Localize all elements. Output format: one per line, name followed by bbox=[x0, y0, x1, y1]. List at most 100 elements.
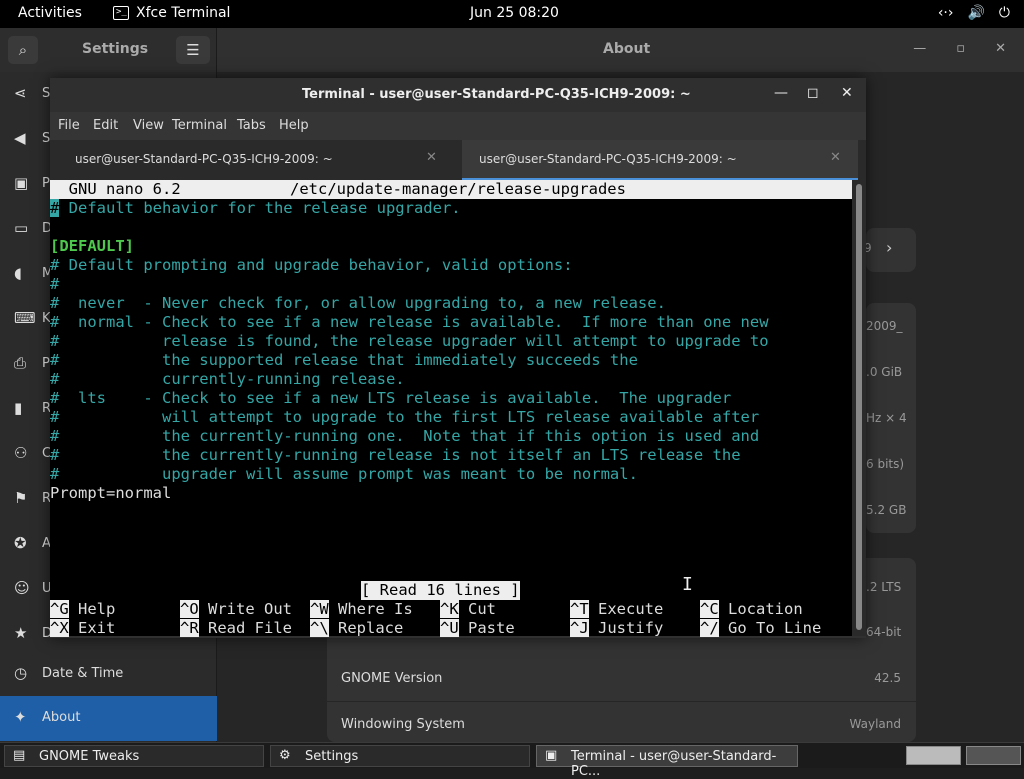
shortcut-label: Write Out bbox=[208, 600, 293, 618]
shortcut-label: Justify bbox=[598, 619, 664, 637]
sidebar-item-date-time[interactable]: ◷ Date & Time bbox=[0, 652, 217, 697]
workspace-1[interactable] bbox=[906, 746, 961, 765]
file-line: [DEFAULT] bbox=[50, 237, 134, 255]
shortcut-label: Help bbox=[78, 600, 116, 618]
tab-terminal-2[interactable]: user@user-Standard-PC-Q35-ICH9-2009: ~ ✕ bbox=[462, 140, 858, 180]
share-icon: ⋖ bbox=[14, 84, 27, 102]
shortcut-read-file[interactable]: ^R Read File bbox=[180, 619, 292, 638]
app-menu-label: Xfce Terminal bbox=[136, 5, 231, 21]
display-icon: ▭ bbox=[14, 219, 29, 237]
file-line: # currently-running release. bbox=[50, 370, 405, 388]
shortcut-label: Execute bbox=[598, 600, 664, 618]
close-tab-icon[interactable]: ✕ bbox=[830, 150, 841, 165]
task-gnome-tweaks[interactable]: ▤ GNOME Tweaks bbox=[4, 745, 264, 767]
file-line: # the supported release that immediately… bbox=[50, 351, 638, 369]
volume-icon: 🔊 bbox=[967, 5, 985, 21]
file-line: # bbox=[50, 275, 60, 293]
clock-icon: ◷ bbox=[14, 664, 28, 682]
shortcut-key: ^G bbox=[50, 600, 69, 618]
graphics-value: 6 bits) bbox=[866, 457, 905, 471]
about-icon: ✦ bbox=[14, 708, 27, 726]
shortcut-label: Go To Line bbox=[728, 619, 822, 637]
shortcut-exit[interactable]: ^X Exit bbox=[50, 619, 115, 638]
sidebar-item-label: About bbox=[42, 710, 81, 725]
shortcut-key: ^W bbox=[310, 600, 329, 618]
minimize-icon[interactable]: — bbox=[913, 41, 926, 56]
sidebar-item-label: Date & Time bbox=[42, 666, 124, 681]
shortcut-write-out[interactable]: ^O Write Out bbox=[180, 600, 292, 619]
file-line: # the currently-running one. Note that i… bbox=[50, 427, 760, 445]
shortcut-key: ^/ bbox=[700, 619, 719, 637]
shortcut-go-to-line[interactable]: ^/ Go To Line bbox=[700, 619, 821, 638]
hardware-model-value: 2009_ bbox=[866, 319, 903, 333]
file-line-text: Default behavior for the release upgrade… bbox=[59, 199, 461, 217]
shortcut-label: Location bbox=[728, 600, 803, 618]
workspace-2[interactable] bbox=[966, 746, 1021, 765]
mouse-icon: ◖ bbox=[14, 264, 22, 282]
menu-edit[interactable]: Edit bbox=[93, 118, 118, 133]
close-icon[interactable]: ✕ bbox=[995, 41, 1006, 56]
task-label: GNOME Tweaks bbox=[39, 749, 140, 764]
shortcut-paste[interactable]: ^U Paste bbox=[440, 619, 515, 638]
activities-button[interactable]: Activities bbox=[18, 5, 82, 21]
text-cursor: # bbox=[50, 199, 60, 217]
task-terminal[interactable]: ▣ Terminal - user@user-Standard-PC... bbox=[536, 745, 798, 779]
minimize-icon[interactable]: — bbox=[774, 85, 788, 101]
shortcut-key: ^O bbox=[180, 600, 199, 618]
menu-terminal[interactable]: Terminal bbox=[172, 118, 227, 133]
file-line: Prompt=normal bbox=[50, 484, 172, 502]
task-settings[interactable]: ⚙ Settings bbox=[270, 745, 530, 767]
shortcut-replace[interactable]: ^\ Replace bbox=[310, 619, 403, 638]
search-button[interactable]: ⌕ bbox=[8, 36, 38, 64]
terminal-scrollbar[interactable] bbox=[852, 180, 866, 636]
power-icon: ▣ bbox=[14, 174, 29, 192]
shortcut-label: Paste bbox=[468, 619, 515, 637]
close-icon[interactable]: ✕ bbox=[841, 85, 853, 101]
app-menu[interactable]: >_ Xfce Terminal bbox=[113, 5, 230, 21]
shortcut-label: Cut bbox=[468, 600, 497, 618]
scrollbar-thumb[interactable] bbox=[856, 184, 862, 630]
maximize-icon[interactable]: ◻ bbox=[807, 85, 819, 101]
terminal-menubar: File Edit View Terminal Tabs Help bbox=[50, 112, 866, 140]
menu-file[interactable]: File bbox=[58, 118, 80, 133]
menu-view[interactable]: View bbox=[133, 118, 164, 133]
network-icon: ‹·› bbox=[937, 5, 954, 21]
terminal-tab-bar: user@user-Standard-PC-Q35-ICH9-2009: ~ ✕… bbox=[50, 140, 866, 180]
file-line: # the currently-running release is not i… bbox=[50, 446, 741, 464]
shortcut-execute[interactable]: ^T Execute bbox=[570, 600, 663, 619]
system-tray[interactable]: ‹·› 🔊 ⏻ bbox=[938, 5, 1010, 21]
device-name-row[interactable]: 9 › bbox=[864, 228, 916, 272]
close-tab-icon[interactable]: ✕ bbox=[426, 150, 437, 165]
nano-version: GNU nano 6.2 bbox=[50, 180, 181, 198]
users-icon: ☺ bbox=[14, 579, 30, 597]
terminal-icon: ▣ bbox=[545, 748, 558, 763]
shortcut-key: ^C bbox=[700, 600, 719, 618]
shortcut-help[interactable]: ^G Help bbox=[50, 600, 115, 619]
gnome-version-label: GNOME Version bbox=[341, 671, 443, 686]
clock[interactable]: Jun 25 08:20 bbox=[470, 5, 559, 21]
printer-icon: ⎙ bbox=[14, 354, 27, 372]
default-apps-icon: ★ bbox=[14, 624, 28, 642]
top-bar: Activities >_ Xfce Terminal Jun 25 08:20… bbox=[0, 0, 1024, 28]
sidebar-item-label: P bbox=[42, 356, 50, 371]
sidebar-item-about[interactable]: ✦ About bbox=[0, 696, 217, 741]
power-icon: ⏻ bbox=[998, 5, 1010, 21]
shortcut-location[interactable]: ^C Location bbox=[700, 600, 803, 619]
menu-tabs[interactable]: Tabs bbox=[237, 118, 266, 133]
accessibility-icon: ✪ bbox=[14, 534, 27, 552]
menu-help[interactable]: Help bbox=[279, 118, 309, 133]
terminal-title: Terminal - user@user-Standard-PC-Q35-ICH… bbox=[302, 87, 691, 102]
terminal-titlebar[interactable]: Terminal - user@user-Standard-PC-Q35-ICH… bbox=[50, 78, 866, 112]
nano-editor[interactable]: GNU nano 6.2 /etc/update-manager/release… bbox=[50, 180, 852, 638]
settings-menu-button[interactable]: ☰ bbox=[176, 36, 210, 64]
shortcut-cut[interactable]: ^K Cut bbox=[440, 600, 496, 619]
tab-terminal-1[interactable]: user@user-Standard-PC-Q35-ICH9-2009: ~ ✕ bbox=[50, 140, 454, 180]
tab-label: user@user-Standard-PC-Q35-ICH9-2009: ~ bbox=[75, 152, 333, 166]
file-line: # release is found, the release upgrader… bbox=[50, 332, 769, 350]
shortcut-justify[interactable]: ^J Justify bbox=[570, 619, 663, 638]
mouse-ibeam-icon: I bbox=[682, 574, 693, 595]
shortcut-where-is[interactable]: ^W Where Is bbox=[310, 600, 413, 619]
file-line: # normal - Check to see if a new release… bbox=[50, 313, 769, 331]
processor-value: Hz × 4 bbox=[866, 411, 907, 425]
maximize-icon[interactable]: ▫ bbox=[956, 41, 965, 56]
